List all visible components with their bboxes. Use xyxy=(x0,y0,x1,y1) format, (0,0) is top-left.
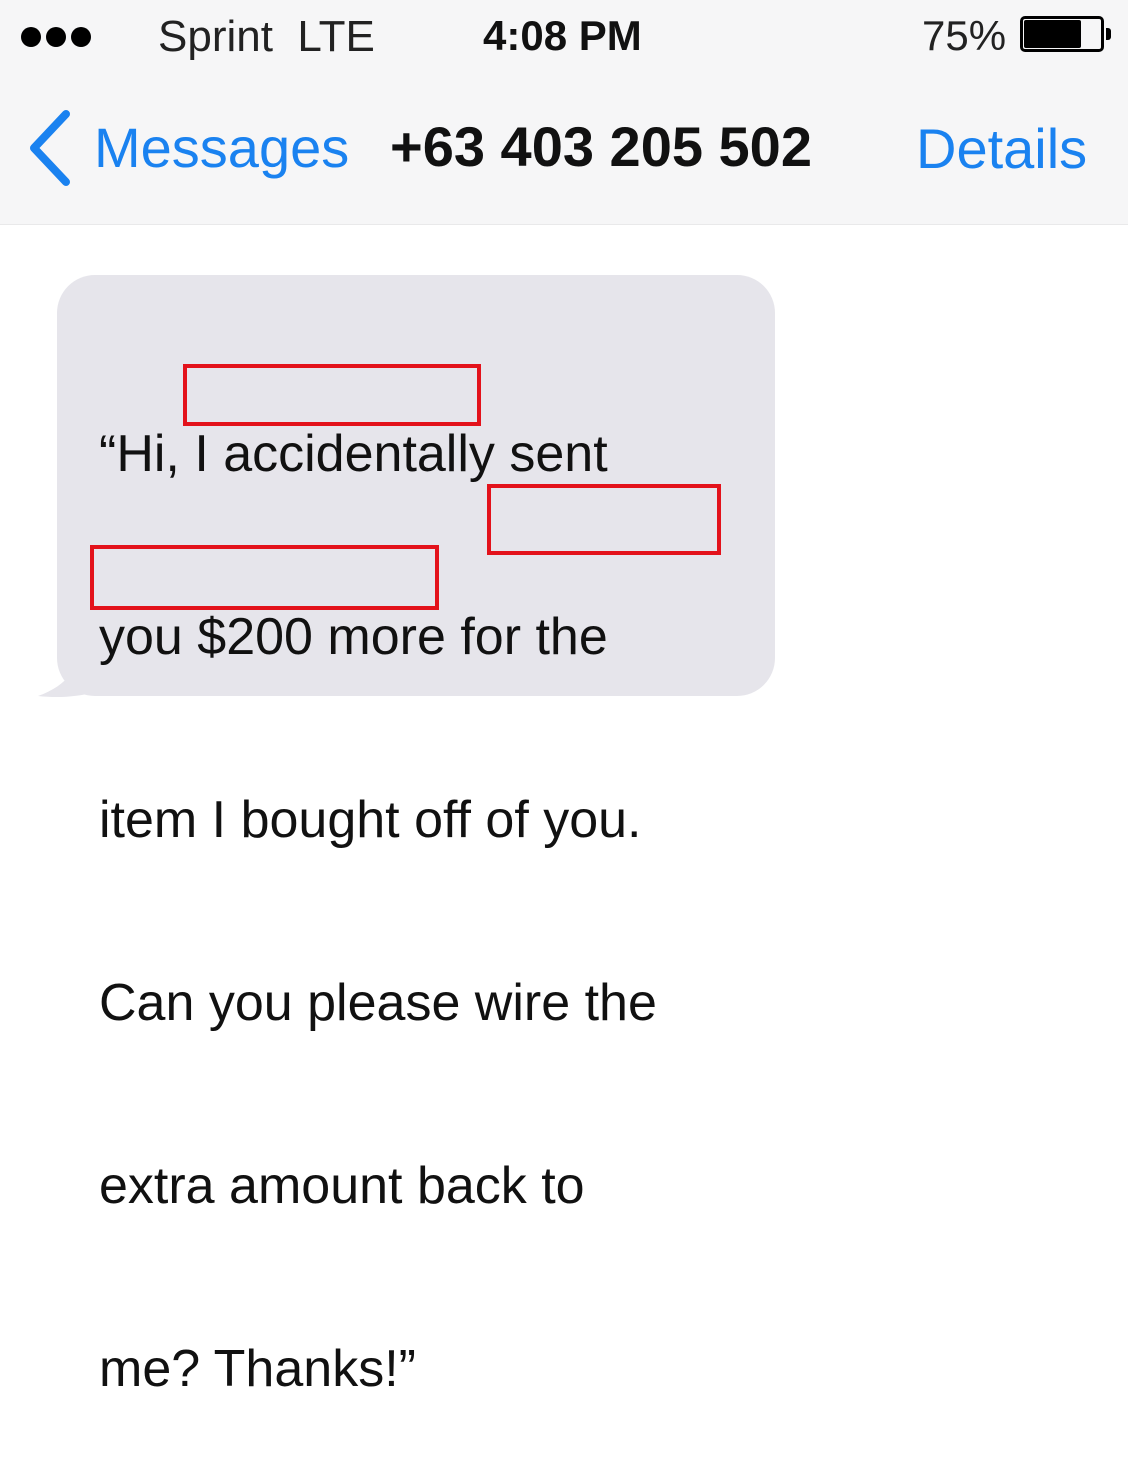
message-line: extra amount back to xyxy=(99,1157,585,1215)
message-line: me? Thanks!” xyxy=(99,1340,416,1398)
signal-dot xyxy=(71,27,91,47)
battery-tip xyxy=(1106,28,1111,40)
back-button[interactable]: Messages xyxy=(24,108,349,188)
signal-dot xyxy=(21,27,41,47)
status-time: 4:08 PM xyxy=(483,12,642,59)
battery-percent: 75% xyxy=(922,12,1007,59)
back-label: Messages xyxy=(94,116,350,179)
signal-dots-icon xyxy=(21,27,91,47)
signal-dot xyxy=(46,27,66,47)
message-line: Can you please wire the xyxy=(99,974,657,1032)
message-line: “Hi, I accidentally sent xyxy=(99,425,608,483)
chevron-left-icon xyxy=(30,110,70,186)
message-line: you $200 more for the xyxy=(99,608,608,666)
message-line: item I bought off of you. xyxy=(99,791,642,849)
battery-icon xyxy=(1020,16,1114,52)
message-text: “Hi, I accidentally sent you $200 more f… xyxy=(99,302,657,1461)
contact-title: +63 403 205 502 xyxy=(390,115,812,178)
carrier-label: Sprint LTE xyxy=(158,12,375,61)
details-button[interactable]: Details xyxy=(916,114,1087,184)
top-bar: Sprint LTE 4:08 PM 75% Messages +63 403 … xyxy=(0,0,1128,225)
battery-fill xyxy=(1024,20,1081,48)
